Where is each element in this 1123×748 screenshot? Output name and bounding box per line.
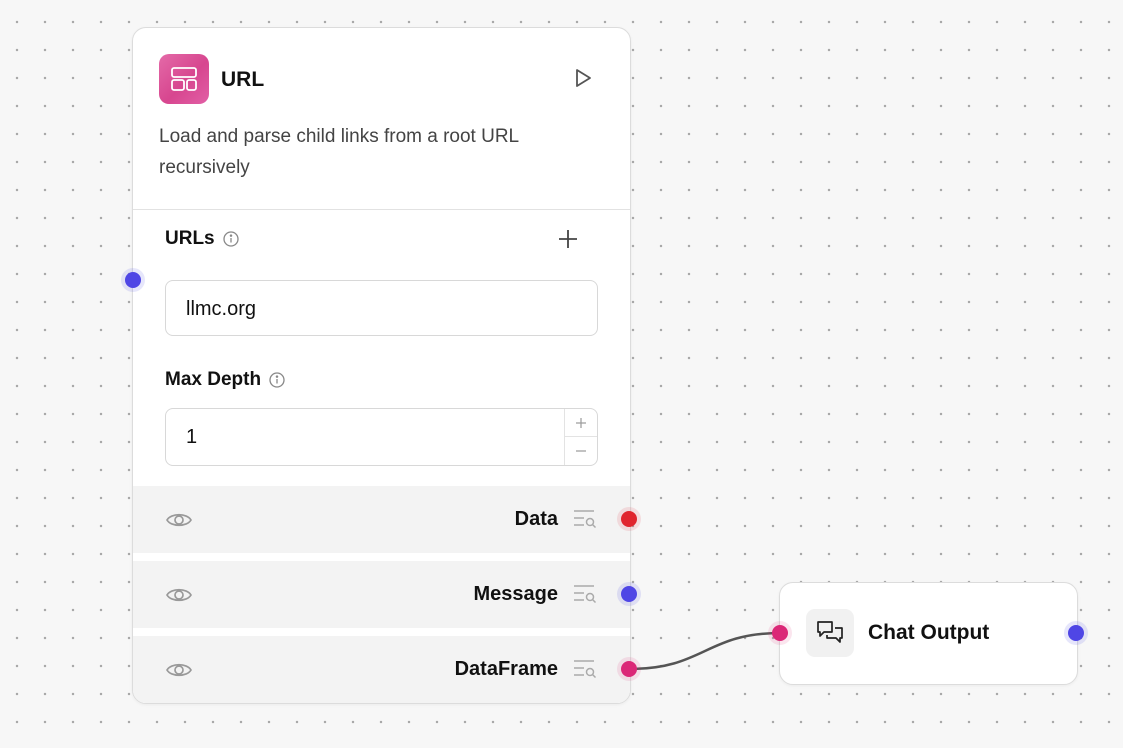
node-title: URL — [221, 68, 265, 91]
increment-button[interactable] — [565, 409, 597, 437]
info-icon[interactable] — [222, 231, 239, 247]
chat-bubbles-icon — [806, 609, 854, 657]
info-icon[interactable] — [269, 372, 285, 388]
inspect-output-icon[interactable] — [572, 508, 598, 530]
eye-icon[interactable] — [165, 506, 193, 534]
run-button[interactable] — [571, 66, 595, 90]
max-depth-value[interactable]: 1 — [186, 409, 197, 465]
max-depth-label: Max Depth — [165, 369, 285, 391]
output-label: Message — [473, 583, 559, 605]
max-depth-input[interactable]: 1 — [165, 408, 598, 466]
divider — [133, 209, 630, 210]
eye-icon[interactable] — [165, 656, 193, 684]
output-row-dataframe: DataFrame — [133, 636, 630, 703]
urls-label: URLs — [165, 228, 239, 250]
plus-icon — [559, 230, 577, 248]
urls-input[interactable]: llmc.org — [165, 280, 598, 336]
node-description: Load and parse child links from a root U… — [159, 126, 519, 178]
url-component-node[interactable]: URL Load and parse child links from a ro… — [132, 27, 631, 704]
plus-icon — [576, 417, 586, 428]
add-url-button[interactable] — [557, 228, 579, 250]
message-output-handle[interactable] — [621, 586, 637, 602]
chat-input-handle[interactable] — [772, 625, 788, 641]
inspect-output-icon[interactable] — [572, 658, 598, 680]
eye-icon[interactable] — [165, 581, 193, 609]
play-icon — [576, 69, 591, 87]
chat-output-handle[interactable] — [1068, 625, 1084, 641]
output-row-data: Data — [133, 486, 630, 553]
decrement-button[interactable] — [565, 437, 597, 465]
data-output-handle[interactable] — [621, 511, 637, 527]
output-label: Data — [514, 508, 558, 530]
layout-icon — [159, 54, 209, 104]
output-row-message: Message — [133, 561, 630, 628]
node-title: Chat Output — [868, 621, 990, 644]
chat-output-node[interactable]: Chat Output — [779, 582, 1078, 685]
dataframe-output-handle[interactable] — [621, 661, 637, 677]
urls-input-handle[interactable] — [125, 272, 141, 288]
quantity-stepper[interactable] — [564, 409, 597, 465]
output-label: DataFrame — [454, 658, 558, 680]
minus-icon — [576, 450, 586, 452]
inspect-output-icon[interactable] — [572, 583, 598, 605]
